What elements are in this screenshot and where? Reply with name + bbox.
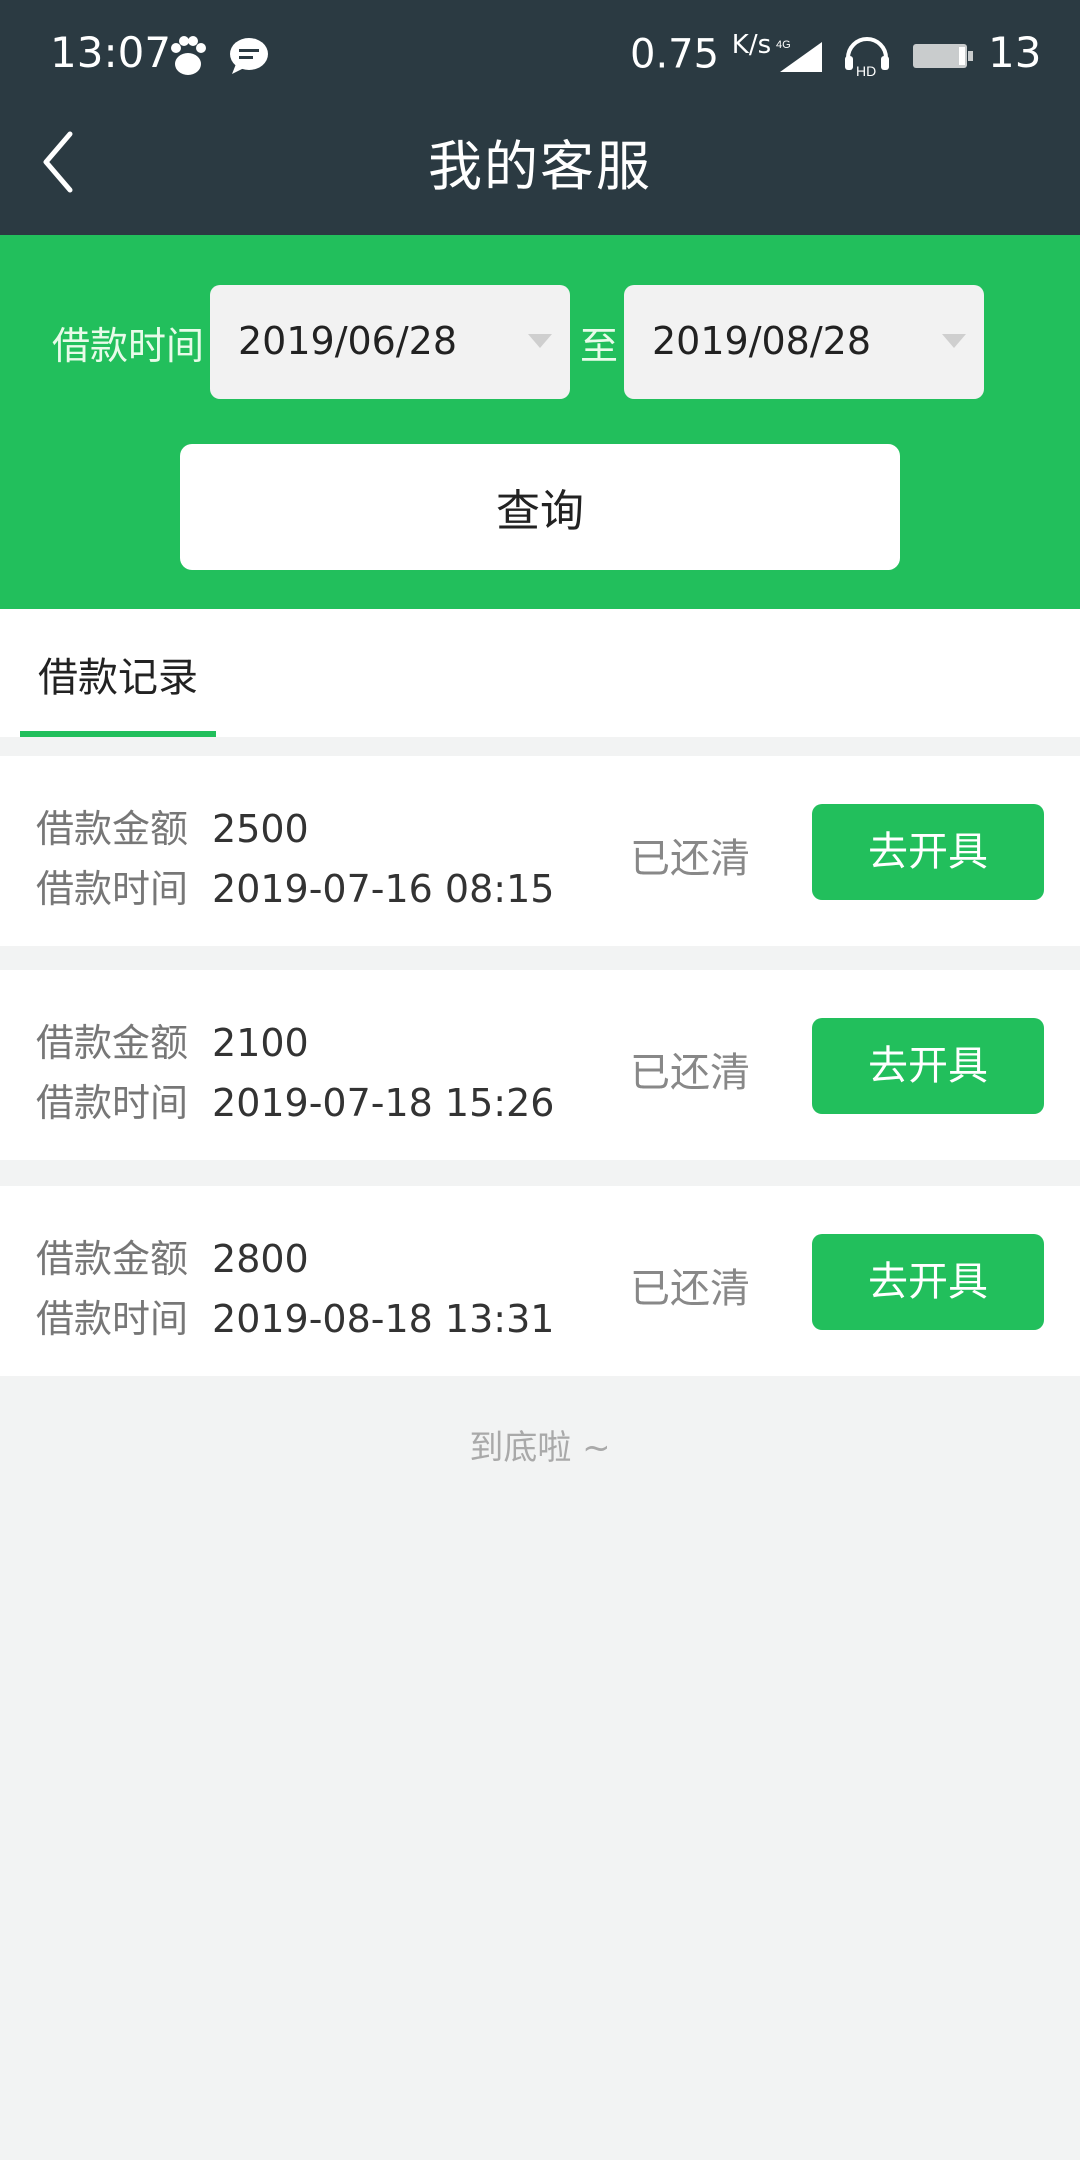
end-date-picker[interactable]: 2019/08/28	[624, 285, 984, 399]
date-range-separator: 至	[580, 324, 619, 368]
loan-amount-value: 2500	[212, 807, 309, 851]
signal-icon: 4G	[776, 39, 822, 72]
loan-amount-label: 借款金额	[36, 1021, 189, 1065]
loan-amount-row: 借款金额 2500	[36, 798, 309, 853]
loan-time-value: 2019-08-18 13:31	[212, 1297, 555, 1341]
tab-active-indicator	[20, 731, 216, 737]
status-bar: 13:07 0.75 K/s 4G HD 13	[0, 0, 1080, 110]
top-bar: 13:07 0.75 K/s 4G HD 13 我的客服	[0, 0, 1080, 235]
issue-certificate-button[interactable]: 去开具	[812, 1018, 1044, 1114]
loan-amount-row: 借款金额 2100	[36, 1012, 309, 1067]
dropdown-arrow-icon	[528, 334, 552, 348]
loan-time-label: 借款时间	[36, 867, 189, 911]
loan-time-label: 借款时间	[36, 1297, 189, 1341]
query-button[interactable]: 查询	[180, 444, 900, 570]
repayment-status: 已还清	[630, 836, 750, 882]
loan-time-row: 借款时间 2019-07-16 08:15	[36, 858, 554, 913]
baidu-paw-icon	[171, 36, 206, 75]
start-date-picker[interactable]: 2019/06/28	[210, 285, 570, 399]
loan-amount-row: 借款金额 2800	[36, 1228, 309, 1283]
issue-certificate-button[interactable]: 去开具	[812, 804, 1044, 900]
hd-text: HD	[856, 63, 876, 78]
loan-amount-label: 借款金额	[36, 807, 189, 851]
list-item: 借款金额 2100 借款时间 2019-07-18 15:26 已还清 去开具	[0, 970, 1080, 1160]
loan-time-row: 借款时间 2019-07-18 15:26	[36, 1072, 554, 1127]
list-item: 借款金额 2800 借款时间 2019-08-18 13:31 已还清 去开具	[0, 1186, 1080, 1376]
battery-icon	[913, 44, 973, 68]
loan-time-row: 借款时间 2019-08-18 13:31	[36, 1288, 554, 1343]
message-bubble-icon	[230, 38, 268, 74]
dropdown-arrow-icon	[942, 334, 966, 348]
end-of-list-note: 到底啦 ~	[469, 1428, 611, 1468]
loan-time-value: 2019-07-16 08:15	[212, 867, 555, 911]
tab-loan-records[interactable]: 借款记录	[20, 609, 216, 737]
status-time: 13:07	[50, 28, 172, 77]
battery-level: 13	[988, 28, 1042, 77]
hd-voice-icon: HD	[845, 37, 889, 78]
signal-text: 4G	[776, 39, 791, 51]
tab-bar: 借款记录	[0, 609, 1080, 737]
page-title: 我的客服	[428, 135, 652, 198]
repayment-status: 已还清	[630, 1050, 750, 1096]
loan-amount-label: 借款金额	[36, 1237, 189, 1281]
loan-amount-value: 2100	[212, 1021, 309, 1065]
start-date-value: 2019/06/28	[238, 319, 458, 363]
repayment-status: 已还清	[630, 1266, 750, 1312]
network-speed-unit: K/s	[731, 30, 772, 60]
loan-time-value: 2019-07-18 15:26	[212, 1081, 555, 1125]
filter-label: 借款时间	[52, 324, 205, 368]
end-date-value: 2019/08/28	[652, 319, 872, 363]
list-item: 借款金额 2500 借款时间 2019-07-16 08:15 已还清 去开具	[0, 756, 1080, 946]
network-speed-value: 0.75	[630, 31, 720, 78]
date-filter-panel: 借款时间 2019/06/28 至 2019/08/28 查询	[0, 235, 1080, 609]
loan-time-label: 借款时间	[36, 1081, 189, 1125]
network-speed: 0.75 K/s	[630, 30, 771, 77]
tab-label: 借款记录	[38, 655, 198, 701]
loan-amount-value: 2800	[212, 1237, 309, 1281]
issue-certificate-button[interactable]: 去开具	[812, 1234, 1044, 1330]
